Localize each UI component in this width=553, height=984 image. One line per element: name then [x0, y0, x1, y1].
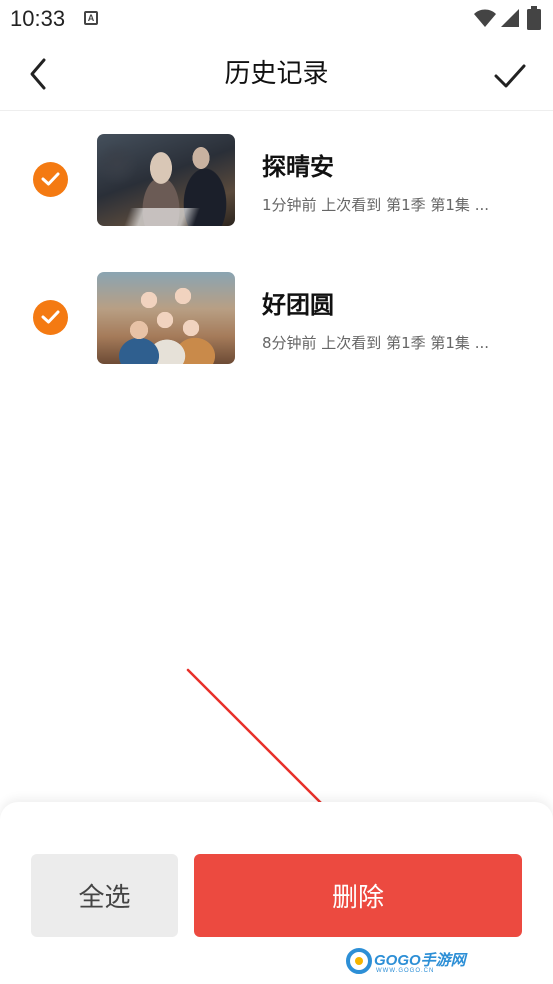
checkmark-icon	[41, 310, 60, 324]
selected-checkbox[interactable]	[33, 300, 68, 335]
watermark: GOGO手游网 WWW.GOGO.CN	[346, 948, 466, 978]
status-bar: 10:33 A	[0, 0, 553, 38]
status-time: 10:33	[10, 6, 66, 31]
delete-button[interactable]: 删除	[194, 854, 522, 937]
wifi-icon	[474, 9, 496, 27]
header-bar: 历史记录	[0, 38, 553, 111]
video-thumbnail[interactable]	[97, 272, 235, 364]
select-all-button[interactable]: 全选	[31, 854, 178, 937]
selected-checkbox[interactable]	[33, 162, 68, 197]
signal-icon	[501, 9, 519, 27]
watermark-text: GOGO手游网	[374, 952, 466, 969]
item-meta: 8分钟前 上次看到 第1季 第1集 ...	[262, 334, 490, 352]
confirm-button[interactable]	[490, 58, 530, 92]
page-title: 历史记录	[224, 59, 329, 89]
history-list: 探晴安 1分钟前 上次看到 第1季 第1集 ... 好团圆 8分钟前 上次看到 …	[0, 111, 553, 387]
chevron-left-icon	[30, 58, 46, 90]
watermark-subtext: WWW.GOGO.CN	[376, 968, 435, 974]
a-notification-icon: A	[84, 11, 98, 25]
item-meta: 1分钟前 上次看到 第1季 第1集 ...	[262, 196, 490, 214]
history-item[interactable]: 好团圆 8分钟前 上次看到 第1季 第1集 ...	[0, 249, 553, 387]
item-title: 探晴安	[262, 153, 334, 181]
gogo-logo-icon	[346, 948, 372, 974]
item-title: 好团圆	[262, 291, 334, 319]
video-thumbnail[interactable]	[97, 134, 235, 226]
back-button[interactable]	[22, 56, 56, 92]
checkmark-icon	[494, 64, 526, 88]
battery-icon	[527, 6, 541, 30]
bottom-action-bar: 全选 删除	[0, 802, 553, 984]
history-item[interactable]: 探晴安 1分钟前 上次看到 第1季 第1集 ...	[0, 111, 553, 249]
checkmark-icon	[41, 172, 60, 186]
thumbnail-title-art	[123, 208, 201, 226]
